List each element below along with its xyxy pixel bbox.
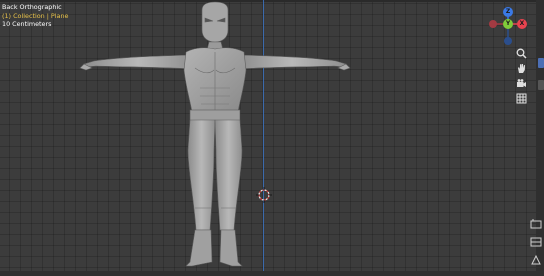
clipped-tool-icon[interactable] bbox=[530, 236, 544, 248]
gizmo-x-axis-icon[interactable]: X bbox=[517, 19, 527, 29]
character-head bbox=[201, 1, 229, 51]
gizmo-z-axis-icon[interactable]: Z bbox=[503, 7, 513, 17]
gizmo-neg-z-axis-icon[interactable] bbox=[504, 37, 512, 45]
sidebar-edge[interactable] bbox=[536, 0, 544, 276]
navigation-gizmo[interactable]: Z X Y bbox=[486, 4, 530, 48]
zoom-icon[interactable] bbox=[514, 46, 528, 60]
3d-cursor-icon[interactable] bbox=[256, 187, 272, 203]
character-legs bbox=[185, 119, 243, 267]
camera-icon[interactable] bbox=[514, 76, 528, 90]
3d-viewport[interactable]: Back Orthographic (1) Collection | Plane… bbox=[0, 0, 544, 276]
gizmo-y-axis-icon[interactable]: Y bbox=[503, 19, 513, 29]
clipped-tool-icon[interactable] bbox=[530, 218, 544, 230]
gizmo-neg-x-axis-icon[interactable] bbox=[489, 20, 497, 28]
character-mesh[interactable] bbox=[0, 0, 544, 276]
sidebar-tab-active[interactable] bbox=[538, 58, 544, 68]
bottom-edge bbox=[0, 271, 544, 276]
grid-icon[interactable] bbox=[514, 91, 528, 105]
sidebar-tab[interactable] bbox=[538, 80, 544, 90]
hand-icon[interactable] bbox=[514, 61, 528, 75]
clipped-tool-icon[interactable] bbox=[530, 254, 544, 266]
character-torso bbox=[183, 47, 247, 123]
